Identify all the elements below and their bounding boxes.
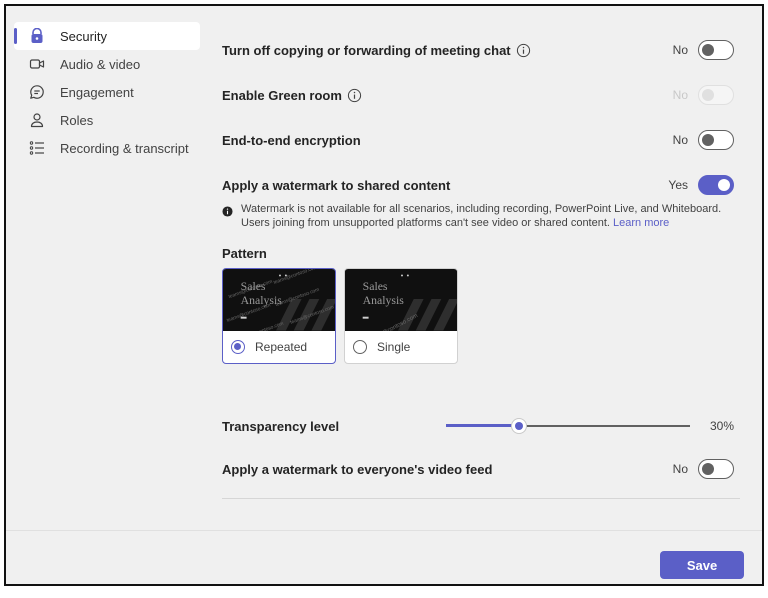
list-icon [28, 139, 46, 157]
person-icon [28, 111, 46, 129]
watermark-notice: Watermark is not available for all scena… [222, 202, 732, 230]
setting-control: No [673, 40, 734, 60]
transparency-value: 30% [709, 419, 734, 433]
sidebar-item-roles[interactable]: Roles [14, 106, 200, 134]
info-icon[interactable] [516, 43, 531, 58]
setting-control: No [673, 130, 734, 150]
watermark-shared-toggle[interactable] [698, 175, 734, 195]
green-room-toggle [698, 85, 734, 105]
pattern-thumbnail: teams@contoso.com Sales Analysis [345, 269, 457, 331]
toggle-knob [718, 179, 730, 191]
sidebar-item-security[interactable]: Security [14, 22, 200, 50]
thumb-title-line-1: Sales [363, 280, 388, 293]
sidebar-item-label: Recording & transcript [60, 140, 189, 156]
pattern-radio-single[interactable] [353, 340, 367, 354]
toggle-state-text: No [672, 133, 688, 147]
setting-label: Apply a watermark to everyone's video fe… [222, 461, 493, 477]
sidebar-item-recording-transcript[interactable]: Recording & transcript [14, 134, 200, 162]
pattern-radio-repeated[interactable] [231, 340, 245, 354]
setting-control: No [673, 85, 734, 105]
pattern-thumbnail: teams@contoso.com teams@contoso.com teams… [223, 269, 335, 331]
setting-control: Yes [668, 175, 734, 195]
footer-divider [6, 530, 762, 531]
sidebar-item-label: Engagement [60, 84, 134, 100]
transparency-slider[interactable] [446, 416, 690, 436]
active-indicator [14, 28, 17, 44]
pattern-option-label: Single [377, 340, 411, 354]
thumb-title-line-2: Analysis [241, 294, 283, 307]
thumb-title-line-2: Analysis [363, 294, 405, 307]
setting-watermark-video: Apply a watermark to everyone's video fe… [222, 457, 734, 481]
toggle-state-text: Yes [668, 178, 688, 192]
toggle-state-text: No [672, 43, 688, 57]
toggle-knob [702, 134, 714, 146]
toggle-knob [702, 44, 714, 56]
setting-label-text: Turn off copying or forwarding of meetin… [222, 42, 511, 58]
watermark-preview-image: teams@contoso.com Sales Analysis [345, 269, 457, 331]
toggle-state-text: No [672, 462, 688, 476]
watermark-video-toggle[interactable] [698, 459, 734, 479]
setting-label: Enable Green room [222, 88, 362, 103]
setting-e2e-encryption: End-to-end encryption No [222, 128, 734, 152]
sidebar-item-label: Audio & video [60, 56, 141, 72]
info-filled-icon [222, 206, 233, 217]
toggle-knob [702, 463, 714, 475]
pattern-option-label: Repeated [255, 340, 308, 354]
pattern-option-footer: Repeated [223, 331, 335, 363]
sidebar-item-audio-video[interactable]: Audio & video [14, 50, 200, 78]
sidebar-nav: Security Audio & video Engagement Roles … [14, 22, 200, 162]
slider-thumb[interactable] [511, 418, 528, 434]
info-icon[interactable] [347, 88, 362, 103]
save-button[interactable]: Save [660, 551, 744, 579]
toggle-state-text: No [672, 88, 688, 102]
pattern-options: teams@contoso.com teams@contoso.com teams… [222, 268, 458, 364]
sidebar-item-label: Roles [60, 112, 94, 128]
setting-copy-chat: Turn off copying or forwarding of meetin… [222, 38, 734, 62]
chat-bubble-icon [28, 83, 46, 101]
pattern-option-single[interactable]: teams@contoso.com Sales Analysis Single [344, 268, 458, 364]
video-camera-icon [28, 55, 46, 73]
setting-green-room: Enable Green room No [222, 83, 734, 107]
section-divider [222, 498, 740, 499]
transparency-setting: Transparency level 30% [222, 414, 734, 438]
watermark-preview-image: teams@contoso.comteams@contoso.com teams… [223, 269, 335, 331]
thumb-title-line-1: Sales [241, 280, 266, 293]
transparency-label: Transparency level [222, 418, 340, 434]
pattern-heading: Pattern [222, 246, 267, 261]
slider-fill [446, 424, 520, 427]
setting-label-text: Enable Green room [222, 87, 342, 103]
shield-icon [28, 27, 46, 45]
copy-chat-toggle[interactable] [698, 40, 734, 60]
pattern-option-repeated[interactable]: teams@contoso.com teams@contoso.com teams… [222, 268, 336, 364]
e2e-encryption-toggle[interactable] [698, 130, 734, 150]
setting-label: End-to-end encryption [222, 132, 361, 148]
learn-more-link[interactable]: Learn more [613, 217, 669, 229]
setting-label: Apply a watermark to shared content [222, 177, 451, 193]
notice-text: Watermark is not available for all scena… [241, 202, 732, 230]
pattern-option-footer: Single [345, 331, 457, 363]
setting-watermark-shared: Apply a watermark to shared content Yes [222, 173, 734, 197]
meeting-options-window: Security Audio & video Engagement Roles … [4, 4, 764, 586]
setting-control: No [673, 459, 734, 479]
sidebar-item-engagement[interactable]: Engagement [14, 78, 200, 106]
sidebar-item-label: Security [60, 28, 107, 44]
toggle-knob [702, 89, 714, 101]
setting-label: Turn off copying or forwarding of meetin… [222, 43, 531, 58]
